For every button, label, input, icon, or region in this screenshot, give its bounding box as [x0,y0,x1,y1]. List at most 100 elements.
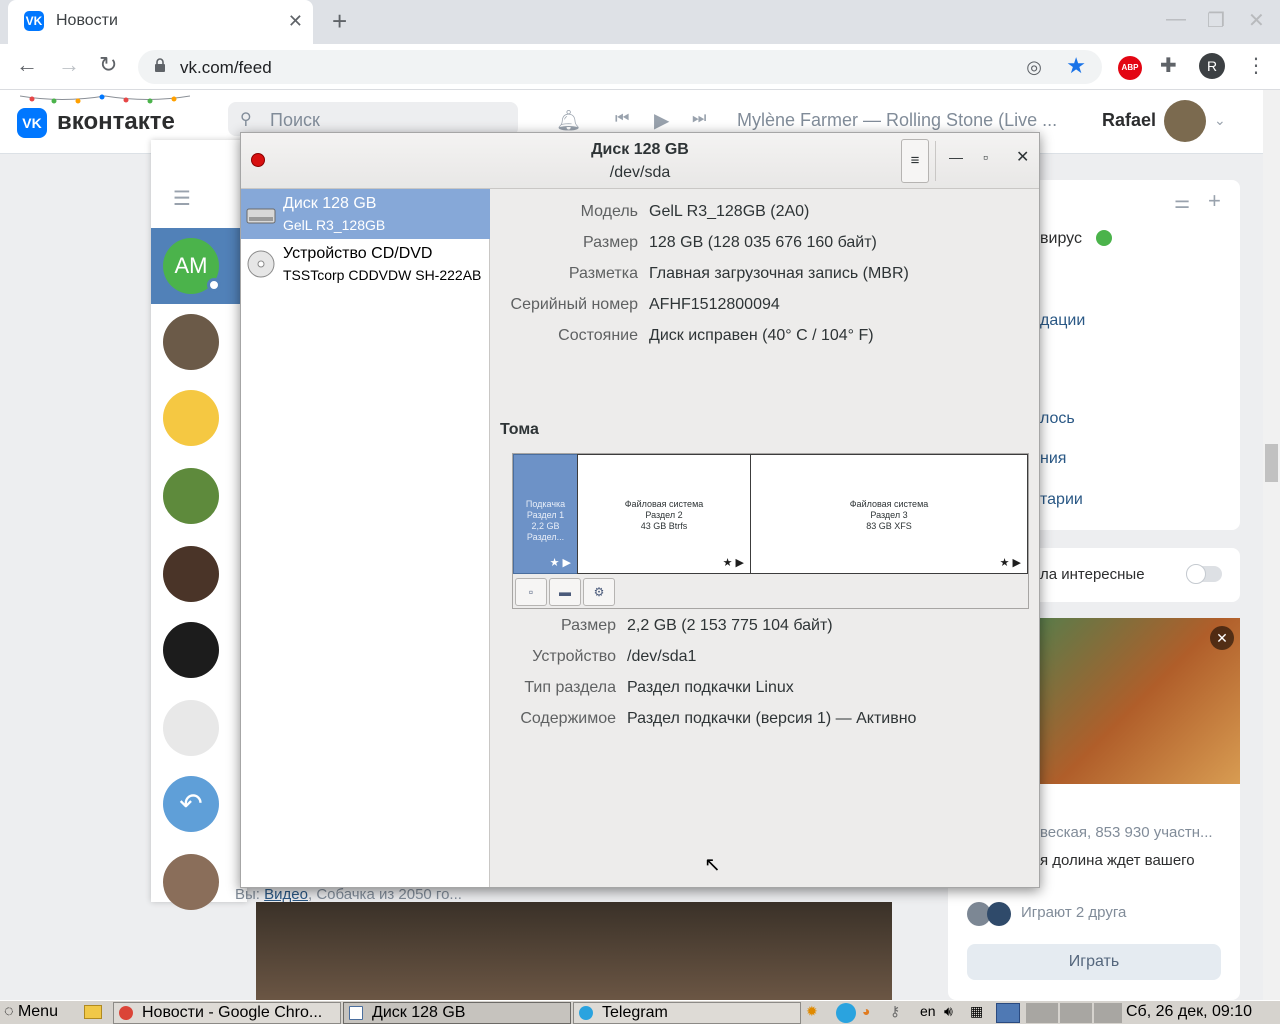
back-icon[interactable]: ← [16,52,38,78]
contact-avatar[interactable] [163,622,219,678]
tab-close-icon[interactable]: ✕ [288,11,303,32]
reply-arrow-icon[interactable]: ↶ [163,776,219,832]
gears-icon[interactable]: ⚙ [583,578,615,606]
volume-line: Файловая система [624,499,704,509]
play-icon[interactable]: ▶ [654,108,669,133]
window-close-icon[interactable]: ✕ [1248,8,1265,33]
vk-search-input[interactable]: ⚲ Поиск [228,102,518,136]
vk-user-avatar[interactable] [1164,100,1206,142]
clock[interactable]: Сб, 26 дек, 09:10 [1126,1003,1252,1021]
vk-logo-text[interactable]: вконтакте [57,108,175,136]
contact-avatar[interactable] [163,854,219,910]
volume-partition-3[interactable]: Файловая система Раздел 3 83 GB XFS ★ ▶ [750,454,1028,574]
chevron-down-icon[interactable]: ⌄ [1214,112,1226,129]
task-label: Новости - Google Chro... [142,1004,323,1021]
telegram-tray-icon[interactable] [836,1003,856,1023]
hamburger-menu-icon[interactable]: ☰ [173,186,191,211]
volume-partition-2[interactable]: Файловая система Раздел 2 43 GB Btrfs ★ … [577,454,751,574]
play-game-button[interactable]: Играть [967,944,1221,980]
contact-avatar[interactable] [163,468,219,524]
notifications-bell-icon[interactable]: 🔔︎ [556,108,581,133]
part-value-contents: Раздел подкачки (версия 1) — Активно [627,710,917,727]
conversation-item-active[interactable]: AM [151,228,247,304]
add-icon[interactable]: + [1208,188,1221,214]
contact-avatar[interactable] [163,546,219,602]
virus-emoji-icon [1096,230,1112,246]
previous-track-icon[interactable]: ⏮︎ [615,110,629,128]
volume-icon[interactable]: 🔊︎ [944,1003,953,1020]
maximize-icon[interactable]: ▫ [983,149,988,165]
minimize-icon[interactable]: — [949,149,963,165]
device-detail: GelL R3_128GB [283,217,386,233]
page-scrollbar-thumb[interactable] [1265,444,1278,482]
vk-logo-icon[interactable]: VK [17,108,47,138]
right-panel-line-4[interactable]: ния [1040,450,1066,468]
browser-tab[interactable]: VK Новости ✕ [8,0,313,44]
laughing-emoji-avatar[interactable] [163,390,219,446]
part-value-type: Раздел подкачки Linux [627,679,794,696]
address-bar[interactable]: vk.com/feed ◎ ★ [138,50,1102,84]
device-item-cdrom[interactable]: Устройство CD/DVD TSSTcorp CDDVDW SH-222… [241,239,490,289]
profile-avatar[interactable]: R [1199,53,1225,79]
close-icon[interactable]: ✕ [1210,626,1234,650]
interesting-toggle-knob[interactable] [1186,564,1206,584]
eye-off-icon[interactable]: ◎ [1026,57,1042,78]
right-panel-line-2[interactable]: дации [1040,312,1085,330]
right-panel-line-5[interactable]: тарии [1040,491,1083,509]
menu-hamburger-icon[interactable]: ≡ [901,139,929,183]
browser-tab-strip: VK Новости ✕ + — ❐ ✕ [0,0,1280,44]
window-restore-icon[interactable]: ❐ [1207,8,1225,33]
prop-value-state: Диск исправен (40° C / 104° F) [649,327,874,344]
last-message-preview[interactable]: Вы: Видео, Собачка из 2050 го... [235,886,462,903]
vk-user-name[interactable]: Rafael [1102,110,1156,131]
game-banner-image[interactable] [1040,618,1240,784]
page-scrollbar[interactable] [1263,90,1280,1000]
workspace-2[interactable] [1026,1003,1058,1023]
prop-label-serial: Серийный номер [510,296,638,313]
contact-avatar[interactable] [163,314,219,370]
right-panel-line-3[interactable]: лось [1040,410,1075,428]
right-panel-line-1[interactable]: вирус [1040,230,1082,248]
device-item-disk[interactable]: Диск 128 GB GelL R3_128GB [241,189,490,239]
part-value-device: /dev/sda1 [627,648,697,665]
part-value-size: 2,2 GB (2 153 775 104 байт) [627,617,833,634]
delete-partition-icon[interactable]: ▬ [549,578,581,606]
feed-post-image[interactable] [256,902,892,1000]
next-track-icon[interactable]: ⏭︎ [692,110,706,128]
volume-partition-1[interactable]: Подкачка Раздел 1 2,2 GB Раздел... ★ ▶ [513,454,578,574]
workspace-4[interactable] [1094,1003,1122,1023]
filter-icon[interactable]: ⚌ [1174,192,1190,213]
extensions-puzzle-icon[interactable]: ✚ [1160,53,1177,78]
keys-tray-icon[interactable]: ⚷ [890,1003,900,1020]
new-tab-icon[interactable]: + [332,6,347,37]
garland-decoration [20,94,190,104]
window-minimize-icon[interactable]: — [1166,8,1186,31]
adblock-icon[interactable]: ABP [1118,56,1142,80]
keyboard-layout[interactable]: en [920,1003,936,1019]
start-menu-button[interactable]: ◌ Menu [4,1003,58,1021]
task-telegram[interactable]: Telegram [573,1002,801,1024]
file-manager-icon[interactable] [84,1005,102,1019]
volume-line: Раздел 3 [870,510,908,520]
game-description: я долина ждет вашего [1040,852,1195,869]
workspace-3[interactable] [1060,1003,1092,1023]
workspace-1[interactable] [996,1003,1020,1023]
close-icon[interactable]: ✕ [1016,147,1029,167]
reload-icon[interactable]: ↻ [99,52,117,78]
now-playing-track[interactable]: Mylène Farmer — Rolling Stone (Live ... [737,110,1057,131]
network-icon[interactable]: ▦ [970,1003,983,1020]
disks-titlebar[interactable]: Диск 128 GB /dev/sda ≡ — ▫ ✕ [241,133,1039,189]
message-link[interactable]: Видео [264,886,308,903]
task-disks[interactable]: Диск 128 GB [343,1002,571,1024]
bookmark-star-icon[interactable]: ★ [1066,53,1086,79]
settings-gear-icon[interactable]: ✹ [806,1003,818,1020]
task-chrome[interactable]: Новости - Google Chro... [113,1002,341,1024]
firefox-tray-icon[interactable]: ◕ [862,1003,870,1019]
chrome-icon [119,1006,133,1020]
contact-avatar[interactable] [163,700,219,756]
hard-drive-icon [246,208,276,224]
forward-icon[interactable]: → [58,52,80,78]
browser-menu-icon[interactable]: ⋮ [1246,53,1266,78]
stop-swap-icon[interactable]: ▫ [515,578,547,606]
volumes-panel: Подкачка Раздел 1 2,2 GB Раздел... ★ ▶ Ф… [512,453,1029,609]
